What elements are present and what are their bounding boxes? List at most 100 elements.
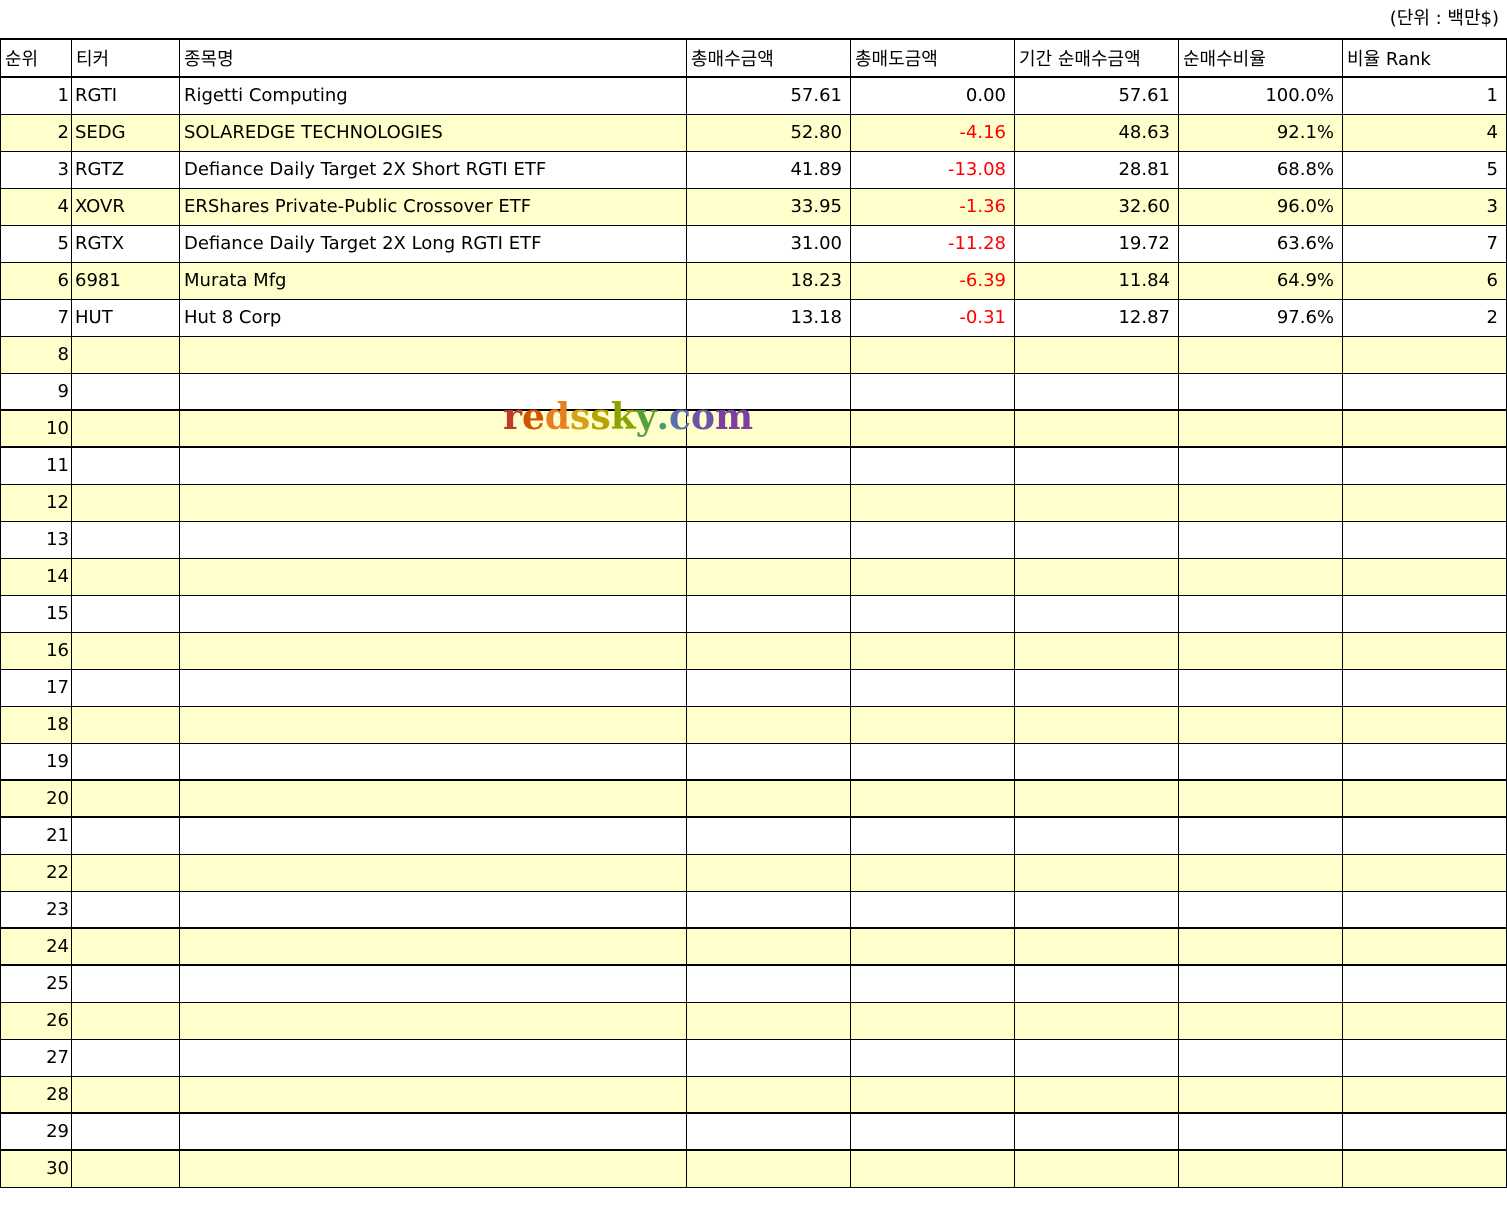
cell-net-buy-ratio: 96.0% <box>1178 187 1343 226</box>
cell-total-buy <box>686 446 851 485</box>
unit-label: (단위 : 백만$) <box>1389 8 1499 29</box>
cell-ticker <box>71 446 180 485</box>
cell-total-sell <box>850 668 1015 707</box>
cell-net-buy: 57.61 <box>1014 76 1179 115</box>
table-row: 27 <box>0 1038 1507 1077</box>
table-row: 4 XOVR ERShares Private-Public Crossover E… <box>0 187 1507 226</box>
cell-ticker <box>71 335 180 374</box>
cell-net-buy-ratio <box>1178 890 1343 929</box>
cell-name: Defiance Daily Target 2X Short RGTI ETF <box>179 150 687 189</box>
cell-total-sell <box>850 964 1015 1003</box>
table-row: 30 <box>0 1149 1507 1188</box>
cell-ticker <box>71 705 180 744</box>
cell-name: Defiance Daily Target 2X Long RGTI ETF <box>179 224 687 263</box>
cell-total-buy <box>686 964 851 1003</box>
cell-total-sell <box>850 409 1015 448</box>
cell-ratio-rank: 7 <box>1342 224 1507 263</box>
cell-rank: 6 <box>0 261 72 300</box>
cell-ratio-rank <box>1342 409 1507 448</box>
cell-ticker: RGTI <box>71 76 180 115</box>
cell-ratio-rank: 5 <box>1342 150 1507 189</box>
cell-name <box>179 631 687 670</box>
cell-name <box>179 964 687 1003</box>
cell-net-buy-ratio <box>1178 1038 1343 1077</box>
cell-total-sell <box>850 890 1015 929</box>
cell-net-buy-ratio: 63.6% <box>1178 224 1343 263</box>
cell-ticker <box>71 964 180 1003</box>
cell-ticker <box>71 1112 180 1151</box>
cell-net-buy <box>1014 335 1179 374</box>
cell-net-buy-ratio <box>1178 594 1343 633</box>
cell-net-buy: 12.87 <box>1014 298 1179 337</box>
cell-name: SOLAREDGE TECHNOLOGIES <box>179 113 687 152</box>
table-row: 29 <box>0 1112 1507 1151</box>
cell-net-buy <box>1014 964 1179 1003</box>
cell-total-sell: -1.36 <box>850 187 1015 226</box>
cell-name <box>179 779 687 818</box>
cell-rank: 19 <box>0 742 72 781</box>
cell-ratio-rank <box>1342 335 1507 374</box>
table-row: 28 <box>0 1075 1507 1114</box>
cell-total-buy <box>686 372 851 411</box>
header-net-buy: 기간 순매수금액 <box>1014 38 1179 78</box>
cell-net-buy-ratio <box>1178 705 1343 744</box>
header-row: 순위 티커 종목명 총매수금액 총매도금액 기간 순매수금액 순매수비율 비율 … <box>0 38 1507 78</box>
cell-name <box>179 446 687 485</box>
cell-rank: 14 <box>0 557 72 596</box>
cell-net-buy-ratio <box>1178 557 1343 596</box>
cell-name <box>179 1075 687 1114</box>
cell-rank: 13 <box>0 520 72 559</box>
cell-net-buy <box>1014 483 1179 522</box>
cell-total-buy <box>686 890 851 929</box>
cell-net-buy <box>1014 1038 1179 1077</box>
cell-net-buy-ratio <box>1178 483 1343 522</box>
table-row: 16 <box>0 631 1507 670</box>
cell-ratio-rank <box>1342 1112 1507 1151</box>
cell-total-sell <box>850 446 1015 485</box>
cell-rank: 2 <box>0 113 72 152</box>
header-total-sell: 총매도금액 <box>850 38 1015 78</box>
cell-ticker <box>71 1038 180 1077</box>
cell-ratio-rank <box>1342 1149 1507 1188</box>
cell-ratio-rank: 1 <box>1342 76 1507 115</box>
cell-name <box>179 890 687 929</box>
cell-name: Murata Mfg <box>179 261 687 300</box>
cell-net-buy-ratio: 100.0% <box>1178 76 1343 115</box>
cell-net-buy-ratio <box>1178 446 1343 485</box>
cell-name <box>179 705 687 744</box>
table-row: 7 HUT Hut 8 Corp 13.18 -0.31 12.87 97.6% 2 <box>0 298 1507 337</box>
cell-total-buy <box>686 631 851 670</box>
cell-ratio-rank <box>1342 1075 1507 1114</box>
cell-ratio-rank <box>1342 1038 1507 1077</box>
cell-ticker: XOVR <box>71 187 180 226</box>
cell-net-buy <box>1014 927 1179 966</box>
cell-net-buy: 11.84 <box>1014 261 1179 300</box>
cell-net-buy <box>1014 409 1179 448</box>
cell-net-buy-ratio <box>1178 1112 1343 1151</box>
cell-rank: 22 <box>0 853 72 892</box>
table-row: 20 <box>0 779 1507 818</box>
cell-rank: 3 <box>0 150 72 189</box>
cell-name <box>179 816 687 855</box>
cell-net-buy-ratio <box>1178 631 1343 670</box>
cell-rank: 9 <box>0 372 72 411</box>
table-row: 26 <box>0 1001 1507 1040</box>
cell-total-sell <box>850 927 1015 966</box>
cell-net-buy-ratio <box>1178 335 1343 374</box>
cell-total-buy <box>686 853 851 892</box>
cell-net-buy-ratio: 64.9% <box>1178 261 1343 300</box>
cell-ratio-rank <box>1342 557 1507 596</box>
cell-total-sell: 0.00 <box>850 76 1015 115</box>
cell-total-buy <box>686 520 851 559</box>
cell-total-buy <box>686 1112 851 1151</box>
cell-name <box>179 520 687 559</box>
header-name: 종목명 <box>179 38 687 78</box>
cell-total-sell <box>850 520 1015 559</box>
cell-total-sell: -11.28 <box>850 224 1015 263</box>
cell-total-buy: 57.61 <box>686 76 851 115</box>
table-row: 25 <box>0 964 1507 1003</box>
cell-ticker <box>71 742 180 781</box>
cell-total-buy <box>686 927 851 966</box>
cell-net-buy <box>1014 594 1179 633</box>
cell-ratio-rank <box>1342 668 1507 707</box>
